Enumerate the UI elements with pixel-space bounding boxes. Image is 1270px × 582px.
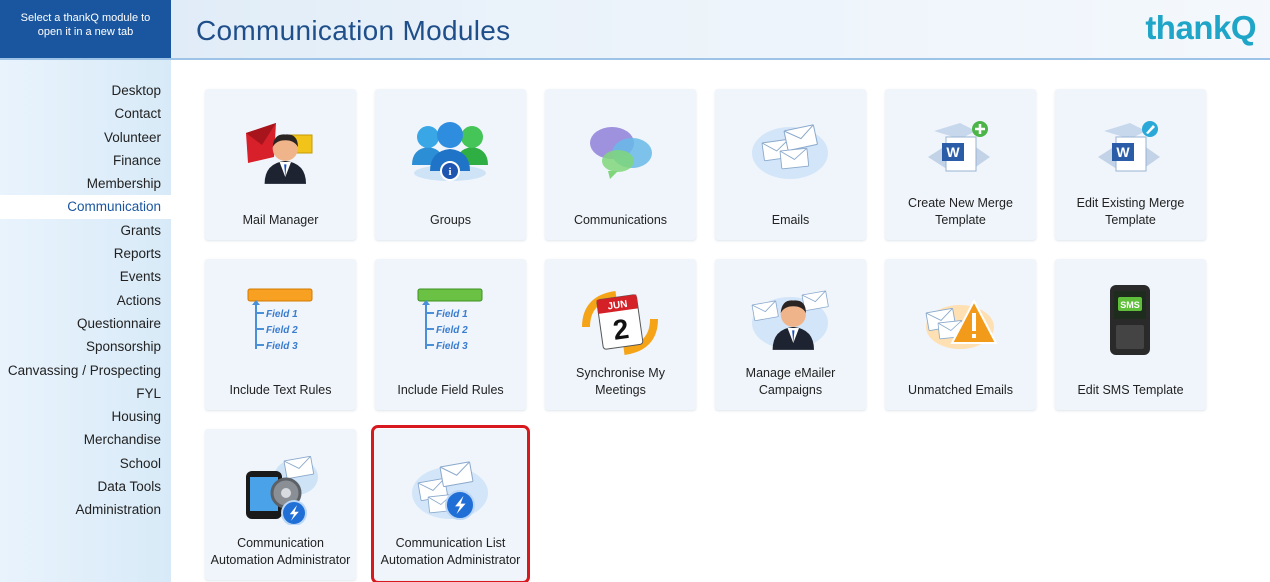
sidebar-item-grants[interactable]: Grants <box>0 219 171 242</box>
page-title: Communication Modules <box>196 15 511 46</box>
tile-communication-list-automation-administrator[interactable]: Communication List Automation Administra… <box>371 425 530 582</box>
tile-synchronise-my-meetings[interactable]: JUN 2 Synchronise My Meetings <box>545 259 696 410</box>
tile-label: Manage eMailer Campaigns <box>745 366 836 397</box>
tile-mail-manager[interactable]: Mail Manager <box>205 89 356 240</box>
tile-label: Communications <box>573 213 668 227</box>
svg-text:Field 1: Field 1 <box>266 309 298 320</box>
sidebar-item-administration[interactable]: Administration <box>0 498 171 521</box>
create-merge-template-icon: W <box>920 113 1000 185</box>
tile-label: Synchronise My Meetings <box>576 366 665 397</box>
communication-list-automation-icon <box>410 453 490 525</box>
sidebar-item-communication[interactable]: Communication <box>0 195 171 219</box>
svg-text:SMS: SMS <box>1120 300 1140 310</box>
communication-automation-icon <box>240 453 320 526</box>
tile-label: Communication Automation Administrator <box>210 536 351 567</box>
hint-line-1: Select a thankQ module to <box>20 12 151 24</box>
module-hint: Select a thankQ module to open it in a n… <box>0 0 171 58</box>
sidebar-item-fyl[interactable]: FYL <box>0 382 171 405</box>
tile-include-text-rules[interactable]: Field 1 Field 2 Field 3 Include Text Rule… <box>205 259 356 410</box>
tile-label: Mail Manager <box>242 213 319 227</box>
tile-communications[interactable]: Communications <box>545 89 696 240</box>
sidebar-item-finance[interactable]: Finance <box>0 149 171 172</box>
tile-manage-emailer-campaigns[interactable]: Manage eMailer Campaigns <box>715 259 866 410</box>
emails-icon <box>750 113 830 185</box>
sidebar-item-merchandise[interactable]: Merchandise <box>0 428 171 451</box>
sidebar-item-canvassing-prospecting[interactable]: Canvassing / Prospecting <box>0 359 171 382</box>
sidebar-item-reports[interactable]: Reports <box>0 242 171 265</box>
sidebar-item-events[interactable]: Events <box>0 265 171 288</box>
svg-text:Field 2: Field 2 <box>266 325 298 336</box>
tile-create-new-merge-template[interactable]: W Create New Merge Template <box>885 89 1036 240</box>
svg-text:Field 1: Field 1 <box>436 309 468 320</box>
tile-label: Include Field Rules <box>397 383 504 397</box>
emailer-campaigns-icon <box>750 283 830 355</box>
tile-groups[interactable]: i Groups <box>375 89 526 240</box>
tile-label: Edit Existing Merge Template <box>1076 196 1185 227</box>
communications-icon <box>580 113 660 185</box>
svg-text:i: i <box>448 166 451 178</box>
tile-label: Edit SMS Template <box>1077 383 1184 397</box>
tile-include-field-rules[interactable]: Field 1 Field 2 Field 3 Include Field Rul… <box>375 259 526 410</box>
tile-label: Include Text Rules <box>229 383 332 397</box>
sidebar-item-contact[interactable]: Contact <box>0 102 171 125</box>
thankq-logo: thankQ <box>1145 9 1256 46</box>
svg-text:W: W <box>1116 144 1130 160</box>
hint-line-2: open it in a new tab <box>37 26 134 38</box>
svg-text:Field 3: Field 3 <box>266 341 298 352</box>
sidebar-item-school[interactable]: School <box>0 452 171 475</box>
groups-icon: i <box>410 113 490 185</box>
tile-unmatched-emails[interactable]: Unmatched Emails <box>885 259 1036 410</box>
sidebar-item-data-tools[interactable]: Data Tools <box>0 475 171 498</box>
header: Select a thankQ module to open it in a n… <box>0 0 1270 60</box>
tile-edit-sms-template[interactable]: SMS Edit SMS Template <box>1055 259 1206 410</box>
edit-merge-template-icon: W <box>1090 113 1170 185</box>
svg-text:Field 2: Field 2 <box>436 325 468 336</box>
sidebar-item-questionnaire[interactable]: Questionnaire <box>0 312 171 335</box>
mail-manager-icon <box>240 113 320 185</box>
tile-communication-automation-administrator[interactable]: Communication Automation Administrator <box>205 429 356 580</box>
tile-emails[interactable]: Emails <box>715 89 866 240</box>
unmatched-emails-icon <box>920 283 1000 355</box>
tile-label: Communication List Automation Administra… <box>380 536 521 567</box>
svg-text:Field 3: Field 3 <box>436 341 468 352</box>
synchronise-meetings-icon: JUN 2 <box>580 283 660 355</box>
sidebar-item-sponsorship[interactable]: Sponsorship <box>0 335 171 358</box>
tile-edit-existing-merge-template[interactable]: W Edit Existing Merge Template <box>1055 89 1206 240</box>
svg-text:W: W <box>946 144 960 160</box>
module-sidebar: Desktop Contact Volunteer Finance Membership… <box>0 60 171 582</box>
sidebar-item-actions[interactable]: Actions <box>0 289 171 312</box>
sms-template-icon: SMS <box>1090 283 1170 355</box>
tile-label: Unmatched Emails <box>908 383 1013 397</box>
tile-label: Create New Merge Template <box>908 196 1013 227</box>
include-text-rules-icon: Field 1 Field 2 Field 3 <box>240 283 320 355</box>
tile-label: Groups <box>430 213 471 227</box>
tile-label: Emails <box>771 213 810 227</box>
sidebar-item-housing[interactable]: Housing <box>0 405 171 428</box>
include-field-rules-icon: Field 1 Field 2 Field 3 <box>410 283 490 355</box>
sidebar-item-desktop[interactable]: Desktop <box>0 79 171 102</box>
sidebar-item-membership[interactable]: Membership <box>0 172 171 195</box>
sidebar-item-volunteer[interactable]: Volunteer <box>0 126 171 149</box>
